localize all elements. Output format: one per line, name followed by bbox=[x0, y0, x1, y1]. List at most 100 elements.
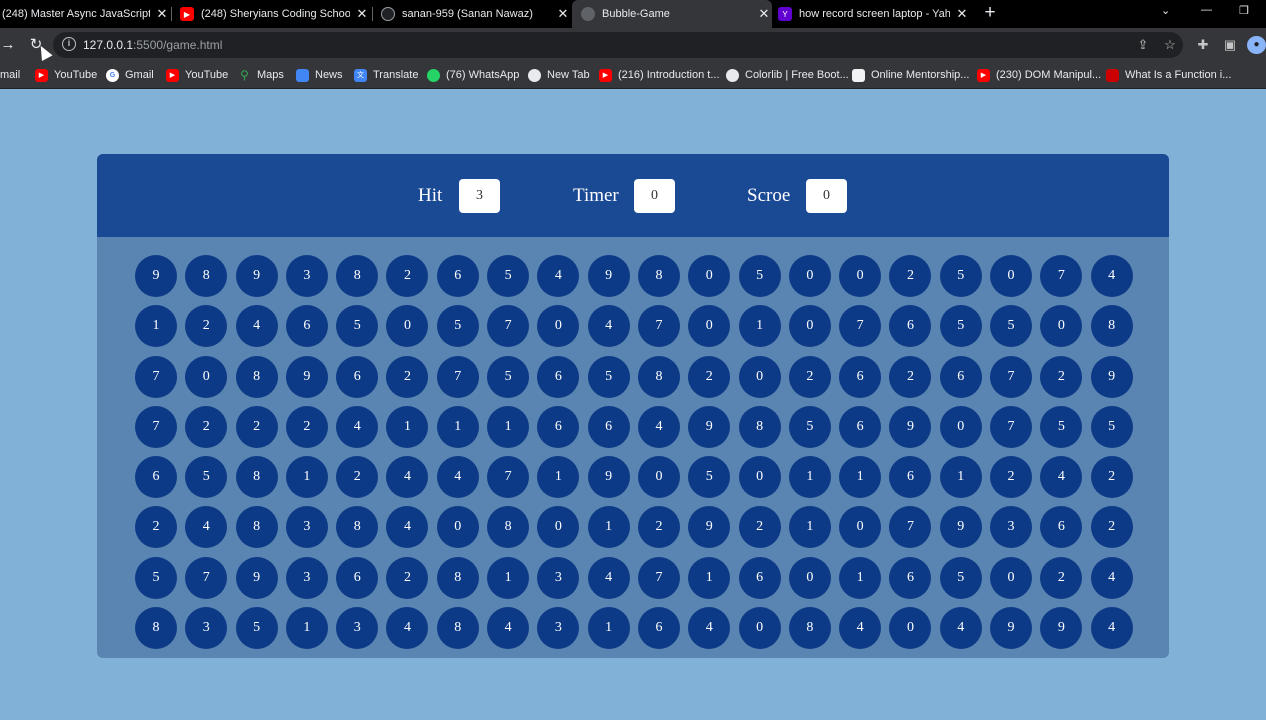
bubble[interactable]: 8 bbox=[235, 506, 278, 549]
bubble[interactable]: 7 bbox=[839, 305, 882, 348]
bubble[interactable]: 9 bbox=[889, 405, 932, 448]
bookmark-online-mentorship[interactable]: Online Mentorship... bbox=[852, 67, 969, 83]
profile-avatar[interactable]: ● bbox=[1247, 36, 1266, 54]
bubble[interactable]: 8 bbox=[336, 506, 379, 549]
bookmark-youtube-2[interactable]: ▶ YouTube bbox=[166, 67, 228, 83]
bubble[interactable]: 3 bbox=[537, 607, 580, 650]
bubble[interactable]: 5 bbox=[1040, 405, 1083, 448]
bubble[interactable]: 1 bbox=[839, 556, 882, 599]
bubble[interactable]: 2 bbox=[386, 355, 429, 398]
bubble[interactable]: 8 bbox=[637, 355, 680, 398]
bubble[interactable]: 2 bbox=[889, 355, 932, 398]
bubble[interactable]: 5 bbox=[235, 607, 278, 650]
bookmark-maps[interactable]: ⚲ Maps bbox=[238, 67, 284, 83]
forward-icon[interactable]: → bbox=[0, 34, 19, 56]
bubble[interactable]: 9 bbox=[235, 255, 278, 297]
bubble[interactable]: 2 bbox=[889, 255, 932, 297]
bubble[interactable]: 4 bbox=[386, 506, 429, 549]
bubble[interactable]: 5 bbox=[939, 255, 982, 297]
bubble[interactable]: 2 bbox=[135, 506, 177, 549]
bubble[interactable]: 8 bbox=[788, 607, 831, 650]
bookmark-introduction[interactable]: ▶ (216) Introduction t... bbox=[599, 67, 720, 83]
bubble[interactable]: 4 bbox=[688, 607, 731, 650]
bubble[interactable]: 6 bbox=[1040, 506, 1083, 549]
bubble[interactable]: 0 bbox=[839, 506, 882, 549]
bubble[interactable]: 6 bbox=[889, 456, 932, 499]
bubble[interactable]: 8 bbox=[436, 607, 479, 650]
bubble[interactable]: 0 bbox=[436, 506, 479, 549]
bubble[interactable]: 4 bbox=[1040, 456, 1083, 499]
bubble[interactable]: 3 bbox=[285, 506, 328, 549]
bubble[interactable]: 0 bbox=[688, 305, 731, 348]
close-icon[interactable]: ✕ bbox=[555, 6, 571, 22]
bubble[interactable]: 0 bbox=[788, 305, 831, 348]
bubble[interactable]: 6 bbox=[537, 405, 580, 448]
bubble[interactable]: 6 bbox=[637, 607, 680, 650]
bubble[interactable]: 2 bbox=[1090, 506, 1133, 549]
bubble[interactable]: 9 bbox=[688, 506, 731, 549]
bubble[interactable]: 0 bbox=[788, 556, 831, 599]
bubble[interactable]: 4 bbox=[1090, 556, 1133, 599]
bubble[interactable]: 4 bbox=[1090, 255, 1133, 297]
bubble[interactable]: 1 bbox=[285, 607, 328, 650]
bubble[interactable]: 0 bbox=[185, 355, 228, 398]
bubble[interactable]: 8 bbox=[235, 456, 278, 499]
close-icon[interactable]: ✕ bbox=[954, 6, 970, 22]
bubble[interactable]: 3 bbox=[285, 255, 328, 297]
bubble[interactable]: 9 bbox=[587, 255, 630, 297]
bubble[interactable]: 8 bbox=[637, 255, 680, 297]
bubble[interactable]: 5 bbox=[135, 556, 177, 599]
bubble[interactable]: 9 bbox=[1090, 355, 1133, 398]
bubble[interactable]: 2 bbox=[1090, 456, 1133, 499]
bubble[interactable]: 2 bbox=[1040, 355, 1083, 398]
bubble[interactable]: 2 bbox=[285, 405, 328, 448]
bubble[interactable]: 6 bbox=[537, 355, 580, 398]
bubble[interactable]: 1 bbox=[537, 456, 580, 499]
bubble[interactable]: 6 bbox=[587, 405, 630, 448]
bubble[interactable]: 3 bbox=[990, 506, 1033, 549]
bubble[interactable]: 4 bbox=[386, 607, 429, 650]
bubble[interactable]: 4 bbox=[537, 255, 580, 297]
bubble[interactable]: 4 bbox=[587, 305, 630, 348]
bubble[interactable]: 2 bbox=[738, 506, 781, 549]
bubble[interactable]: 9 bbox=[587, 456, 630, 499]
bubble[interactable]: 6 bbox=[889, 305, 932, 348]
bubble[interactable]: 4 bbox=[185, 506, 228, 549]
close-icon[interactable]: ✕ bbox=[756, 6, 772, 22]
bubble[interactable]: 2 bbox=[637, 506, 680, 549]
bubble[interactable]: 6 bbox=[436, 255, 479, 297]
bubble[interactable]: 0 bbox=[889, 607, 932, 650]
bubble[interactable]: 6 bbox=[336, 355, 379, 398]
bubble[interactable]: 5 bbox=[487, 255, 530, 297]
bubble[interactable]: 1 bbox=[788, 506, 831, 549]
bubble[interactable]: 7 bbox=[889, 506, 932, 549]
tab-sheryians[interactable]: ▶ (248) Sheryians Coding School - ✕ bbox=[180, 0, 370, 28]
tab-bubble-game[interactable]: Bubble-Game ✕ bbox=[572, 0, 772, 28]
bubble[interactable]: 0 bbox=[688, 255, 731, 297]
bubble[interactable]: 3 bbox=[285, 556, 328, 599]
bubble[interactable]: 6 bbox=[839, 405, 882, 448]
bubble[interactable]: 7 bbox=[135, 405, 177, 448]
bubble[interactable]: 0 bbox=[939, 405, 982, 448]
bubble[interactable]: 1 bbox=[939, 456, 982, 499]
bubble[interactable]: 2 bbox=[336, 456, 379, 499]
bubble[interactable]: 4 bbox=[436, 456, 479, 499]
bubble[interactable]: 5 bbox=[1090, 405, 1133, 448]
bubble[interactable]: 7 bbox=[1040, 255, 1083, 297]
bubble[interactable]: 2 bbox=[688, 355, 731, 398]
bubble[interactable]: 0 bbox=[738, 355, 781, 398]
tab-search-icon[interactable]: ⌄ bbox=[1161, 4, 1170, 17]
bookmark-whatsapp[interactable]: (76) WhatsApp bbox=[427, 67, 519, 83]
bubble[interactable]: 3 bbox=[336, 607, 379, 650]
bubble[interactable]: 2 bbox=[235, 405, 278, 448]
bubble[interactable]: 5 bbox=[688, 456, 731, 499]
bubble[interactable]: 1 bbox=[135, 305, 177, 348]
bubble[interactable]: 0 bbox=[637, 456, 680, 499]
bubble[interactable]: 3 bbox=[537, 556, 580, 599]
bubble[interactable]: 9 bbox=[990, 607, 1033, 650]
bubble[interactable]: 9 bbox=[235, 556, 278, 599]
side-panel-icon[interactable]: ▣ bbox=[1221, 36, 1239, 54]
address-bar[interactable] bbox=[53, 32, 1183, 58]
bubble[interactable]: 4 bbox=[939, 607, 982, 650]
bubble[interactable]: 6 bbox=[839, 355, 882, 398]
